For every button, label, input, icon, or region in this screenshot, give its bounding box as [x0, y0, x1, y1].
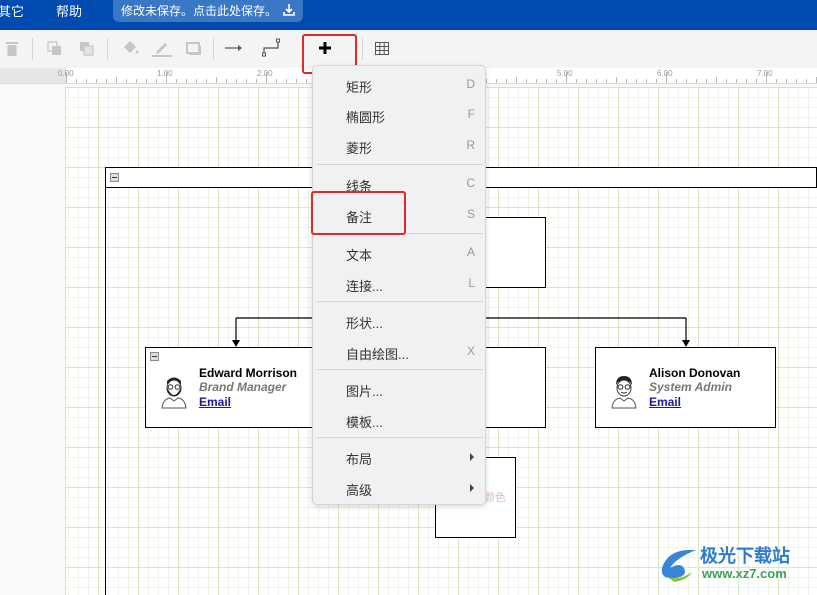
ruler-label: 2.00 [257, 69, 273, 78]
collapse-icon[interactable] [150, 352, 159, 361]
toolbar-separator [213, 38, 214, 60]
watermark-logo-icon [661, 549, 696, 582]
menu-item-ellipse[interactable]: 椭圆形 F [313, 100, 485, 130]
person-email-link[interactable]: Email [199, 395, 231, 409]
menu-item-freehand[interactable]: 自由绘图... X [313, 337, 485, 367]
ruler-label: 7.00 [757, 69, 773, 78]
watermark-title: 极光下载站 [700, 546, 790, 566]
submenu-arrow-icon [470, 484, 474, 492]
app-window: 其它 帮助 修改未保存。点击此处保存。 0.00 1.00 2.00 5.00 … [0, 0, 817, 595]
menu-help[interactable]: 帮助 [56, 4, 82, 20]
submenu-arrow-icon [470, 453, 474, 461]
person-role: System Admin [649, 380, 732, 394]
connection-arrow-icon[interactable] [224, 38, 244, 58]
to-front-icon[interactable] [46, 38, 64, 58]
menu-separator [317, 437, 483, 438]
ruler-label: 5.00 [557, 69, 573, 78]
save-banner-text: 修改未保存。点击此处保存。 [121, 4, 278, 18]
unsaved-changes-banner[interactable]: 修改未保存。点击此处保存。 [113, 0, 303, 22]
ruler-label: 1.00 [157, 69, 173, 78]
person-name: Alison Donovan [649, 366, 741, 380]
menu-separator [317, 301, 483, 302]
avatar-icon [611, 376, 637, 409]
shadow-icon[interactable] [184, 38, 204, 58]
insert-dropdown-menu: 矩形 D 椭圆形 F 菱形 R 线条 C 备注 S 文本 A 连接... L 形… [312, 65, 486, 505]
menubar: 其它 帮助 修改未保存。点击此处保存。 [0, 0, 817, 30]
person-email-link[interactable]: Email [649, 395, 681, 409]
menu-separator [317, 164, 483, 165]
avatar-icon [161, 377, 187, 409]
download-icon [283, 4, 295, 16]
ruler-label: 0.00 [58, 69, 74, 78]
line-color-icon[interactable] [151, 38, 173, 58]
menu-item-layout[interactable]: 布局 [313, 442, 485, 472]
menu-item-image[interactable]: 图片... [313, 374, 485, 404]
container-left-border [105, 187, 106, 595]
toolbar-separator [32, 38, 33, 60]
toolbar-separator [362, 38, 363, 60]
person-name: Edward Morrison [199, 366, 298, 380]
highlight-note-item [311, 191, 406, 235]
person-role: Brand Manager [199, 380, 287, 394]
menu-item-text[interactable]: 文本 A [313, 238, 485, 268]
person-card-alison[interactable]: Alison Donovan System Admin Email [595, 347, 776, 428]
waypoints-icon[interactable] [262, 38, 282, 58]
watermark-url: www.xz7.com [702, 566, 787, 581]
partial-text: 颜色 [484, 492, 506, 504]
menu-other[interactable]: 其它 [0, 4, 24, 20]
watermark: 极光下载站 www.xz7.com [658, 540, 808, 590]
menu-item-rhombus[interactable]: 菱形 R [313, 131, 485, 161]
menu-item-shapes[interactable]: 形状... [313, 306, 485, 336]
menu-item-template[interactable]: 模板... [313, 405, 485, 435]
menu-item-link[interactable]: 连接... L [313, 269, 485, 299]
toolbar-separator [107, 38, 108, 60]
fill-color-icon[interactable] [120, 38, 140, 58]
menu-separator [317, 369, 483, 370]
menu-item-rectangle[interactable]: 矩形 D [313, 70, 485, 100]
ruler-label: 6.00 [657, 69, 673, 78]
to-back-icon[interactable] [78, 38, 96, 58]
menu-item-advanced[interactable]: 高级 [313, 473, 485, 503]
collapse-icon[interactable] [110, 173, 119, 182]
table-icon[interactable] [374, 38, 390, 58]
trash-icon[interactable] [5, 38, 19, 58]
toolbar [0, 30, 817, 82]
